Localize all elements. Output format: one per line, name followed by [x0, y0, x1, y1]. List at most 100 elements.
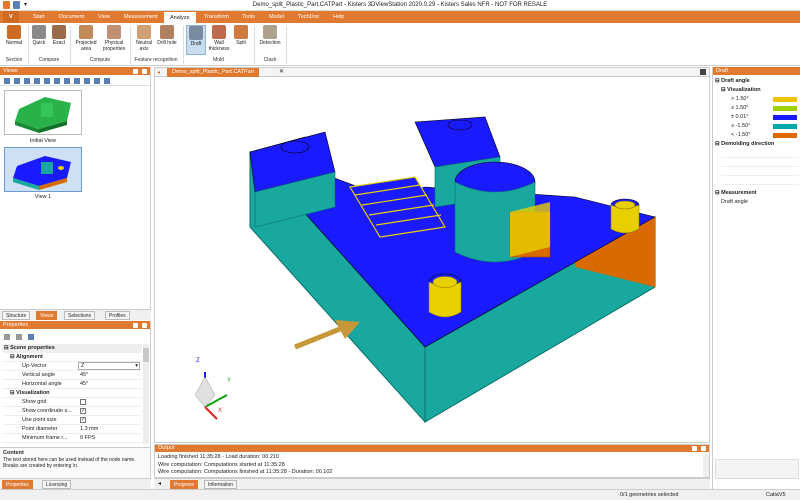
tab-profiles[interactable]: Profiles — [105, 311, 130, 320]
share-icon[interactable] — [104, 78, 110, 84]
menu-model[interactable]: Model — [263, 11, 290, 23]
alignment-header[interactable]: ⊟ Alignment — [2, 353, 142, 362]
view-thumb-initial[interactable] — [4, 90, 82, 135]
visualization-header[interactable]: ⊟ Visualization — [2, 389, 142, 398]
app-menu-button[interactable]: V — [3, 11, 19, 23]
vertical-angle-value[interactable]: 45° — [80, 371, 88, 380]
settings-icon[interactable] — [84, 78, 90, 84]
menu-start[interactable]: Start — [27, 11, 51, 23]
panel-pin-icon[interactable] — [692, 446, 697, 451]
scene-properties-header[interactable]: ⊟ Scene properties — [2, 344, 142, 353]
properties-scrollbar[interactable] — [143, 344, 149, 444]
point-diameter-value[interactable]: 1.3 mm — [80, 425, 98, 434]
alphabetical-icon[interactable] — [16, 334, 22, 340]
panel-close-icon[interactable] — [701, 446, 706, 451]
menu-view[interactable]: View — [92, 11, 116, 23]
min-frame-value[interactable]: 0 FPS — [80, 434, 95, 443]
play-icon[interactable] — [54, 78, 60, 84]
draft-button[interactable]: Draft — [186, 25, 206, 55]
delete-view-icon[interactable] — [24, 78, 30, 84]
menu-help[interactable]: Help — [327, 11, 350, 23]
legend-item[interactable]: ≥ -1.50° — [715, 122, 799, 131]
output-scrollbar[interactable] — [703, 454, 709, 477]
cad-model[interactable] — [155, 77, 709, 442]
status-geometries: 0/1 geometries selected — [620, 492, 679, 498]
demolding-row[interactable] — [721, 158, 799, 167]
up-vector-select[interactable]: Z ▾ — [78, 362, 140, 370]
properties-toolbar — [2, 332, 142, 342]
demolding-row[interactable] — [721, 149, 799, 158]
demolding-row[interactable] — [721, 167, 799, 176]
tab-menu-icon[interactable] — [700, 69, 706, 75]
tab-progress[interactable]: Progress — [170, 480, 199, 489]
tab-properties[interactable]: Properties — [2, 480, 33, 489]
horizontal-angle-value[interactable]: 45° — [80, 380, 88, 389]
menu-tools[interactable]: Tools — [236, 11, 261, 23]
tab-selections[interactable]: Selections — [64, 311, 96, 320]
wall-thickness-button[interactable]: Wall thickness — [208, 25, 230, 55]
property-grid: ⊟ Scene properties ⊟ Alignment Up-Vector… — [2, 344, 142, 443]
legend-item[interactable]: ≥ 1.50° — [715, 104, 799, 113]
show-grid-checkbox[interactable] — [80, 399, 86, 405]
drill-hole-button[interactable]: Drill hole — [157, 25, 177, 55]
menu-bar: V Start Document View Measurement Analyz… — [0, 11, 800, 23]
legend-item[interactable]: > 1.50° — [715, 95, 799, 104]
menu-analyze[interactable]: Analyze — [164, 11, 196, 23]
menu-measurement[interactable]: Measurement — [118, 11, 164, 23]
ribbon: Normal Quick Exact Projected area Physic… — [0, 23, 800, 66]
status-unit: CatiaV5 — [766, 492, 786, 498]
property-pages-icon[interactable] — [28, 334, 34, 340]
clash-detection-button[interactable]: Detection — [257, 25, 283, 55]
show-coord-checkbox[interactable]: ✓ — [80, 408, 86, 414]
move-down-icon[interactable] — [44, 78, 50, 84]
view-thumb-view1[interactable] — [4, 147, 82, 192]
add-view-icon[interactable] — [4, 78, 10, 84]
legend-item[interactable]: ± 0.01° — [715, 113, 799, 122]
tab-views[interactable]: Views — [36, 311, 58, 320]
tab-list-icon[interactable]: ◂ — [157, 69, 160, 76]
min-frame-row: Minimum frame r... 0 FPS — [2, 434, 142, 443]
projected-area-button[interactable]: Projected area — [73, 25, 99, 55]
menu-techdoc[interactable]: TechDoc — [292, 11, 325, 23]
compare-quick-button[interactable]: Quick — [30, 25, 48, 55]
document-tab-close-icon[interactable]: ✕ — [279, 68, 284, 75]
tab-structure[interactable]: Structure — [2, 311, 31, 320]
tab-information[interactable]: Information — [204, 480, 238, 489]
panel-close-icon[interactable] — [142, 68, 147, 74]
tab-licensing[interactable]: Licensing — [42, 480, 72, 489]
demolding-row[interactable] — [721, 176, 799, 185]
move-up-icon[interactable] — [34, 78, 40, 84]
compare-exact-button[interactable]: Exact — [50, 25, 68, 55]
measurement-header[interactable]: ⊟ Measurement — [715, 189, 799, 198]
tab-scroll-icon[interactable]: ◂ — [158, 480, 161, 487]
point-diameter-row: Point diameter 1.3 mm — [2, 425, 142, 434]
views-panel-header: Views — [0, 67, 150, 75]
measurement-draft-angle[interactable]: Draft angle — [715, 198, 799, 207]
show-coord-row: Show coordinate s... ✓ — [2, 407, 142, 416]
section-normal-button[interactable]: Normal — [2, 25, 26, 55]
legend-swatch — [773, 115, 797, 120]
split-button[interactable]: Split — [232, 25, 250, 55]
draft-angle-header[interactable]: ⊟ Draft angle — [715, 77, 799, 86]
use-point-size-checkbox[interactable]: ✓ — [80, 417, 86, 423]
legend-item[interactable]: < -1.50° — [715, 131, 799, 140]
view-thumb-label: Initial View — [29, 138, 57, 144]
update-view-icon[interactable] — [14, 78, 20, 84]
physical-properties-button[interactable]: Physical properties — [101, 25, 127, 55]
neutral-axis-button[interactable]: Neutral axis — [133, 25, 155, 55]
panel-close-icon[interactable] — [142, 322, 147, 328]
panel-pin-icon[interactable] — [133, 322, 138, 328]
menu-transform[interactable]: Transform — [198, 11, 235, 23]
camera-icon[interactable] — [74, 78, 80, 84]
views-toolbar — [0, 76, 150, 86]
menu-document[interactable]: Document — [53, 11, 90, 23]
draft-icon — [189, 26, 203, 40]
categorized-icon[interactable] — [4, 334, 10, 340]
demolding-header[interactable]: ⊟ Demolding direction — [715, 140, 799, 149]
panel-pin-icon[interactable] — [133, 68, 138, 74]
document-tab[interactable]: Demo_split_Plastic_Part.CATPart — [167, 68, 260, 77]
visualization-header[interactable]: ⊟ Visualization — [715, 86, 799, 95]
export-icon[interactable] — [94, 78, 100, 84]
viewport-3d[interactable]: ◂ Demo_split_Plastic_Part.CATPart ✕ Z Y … — [154, 67, 710, 443]
stop-icon[interactable] — [64, 78, 70, 84]
